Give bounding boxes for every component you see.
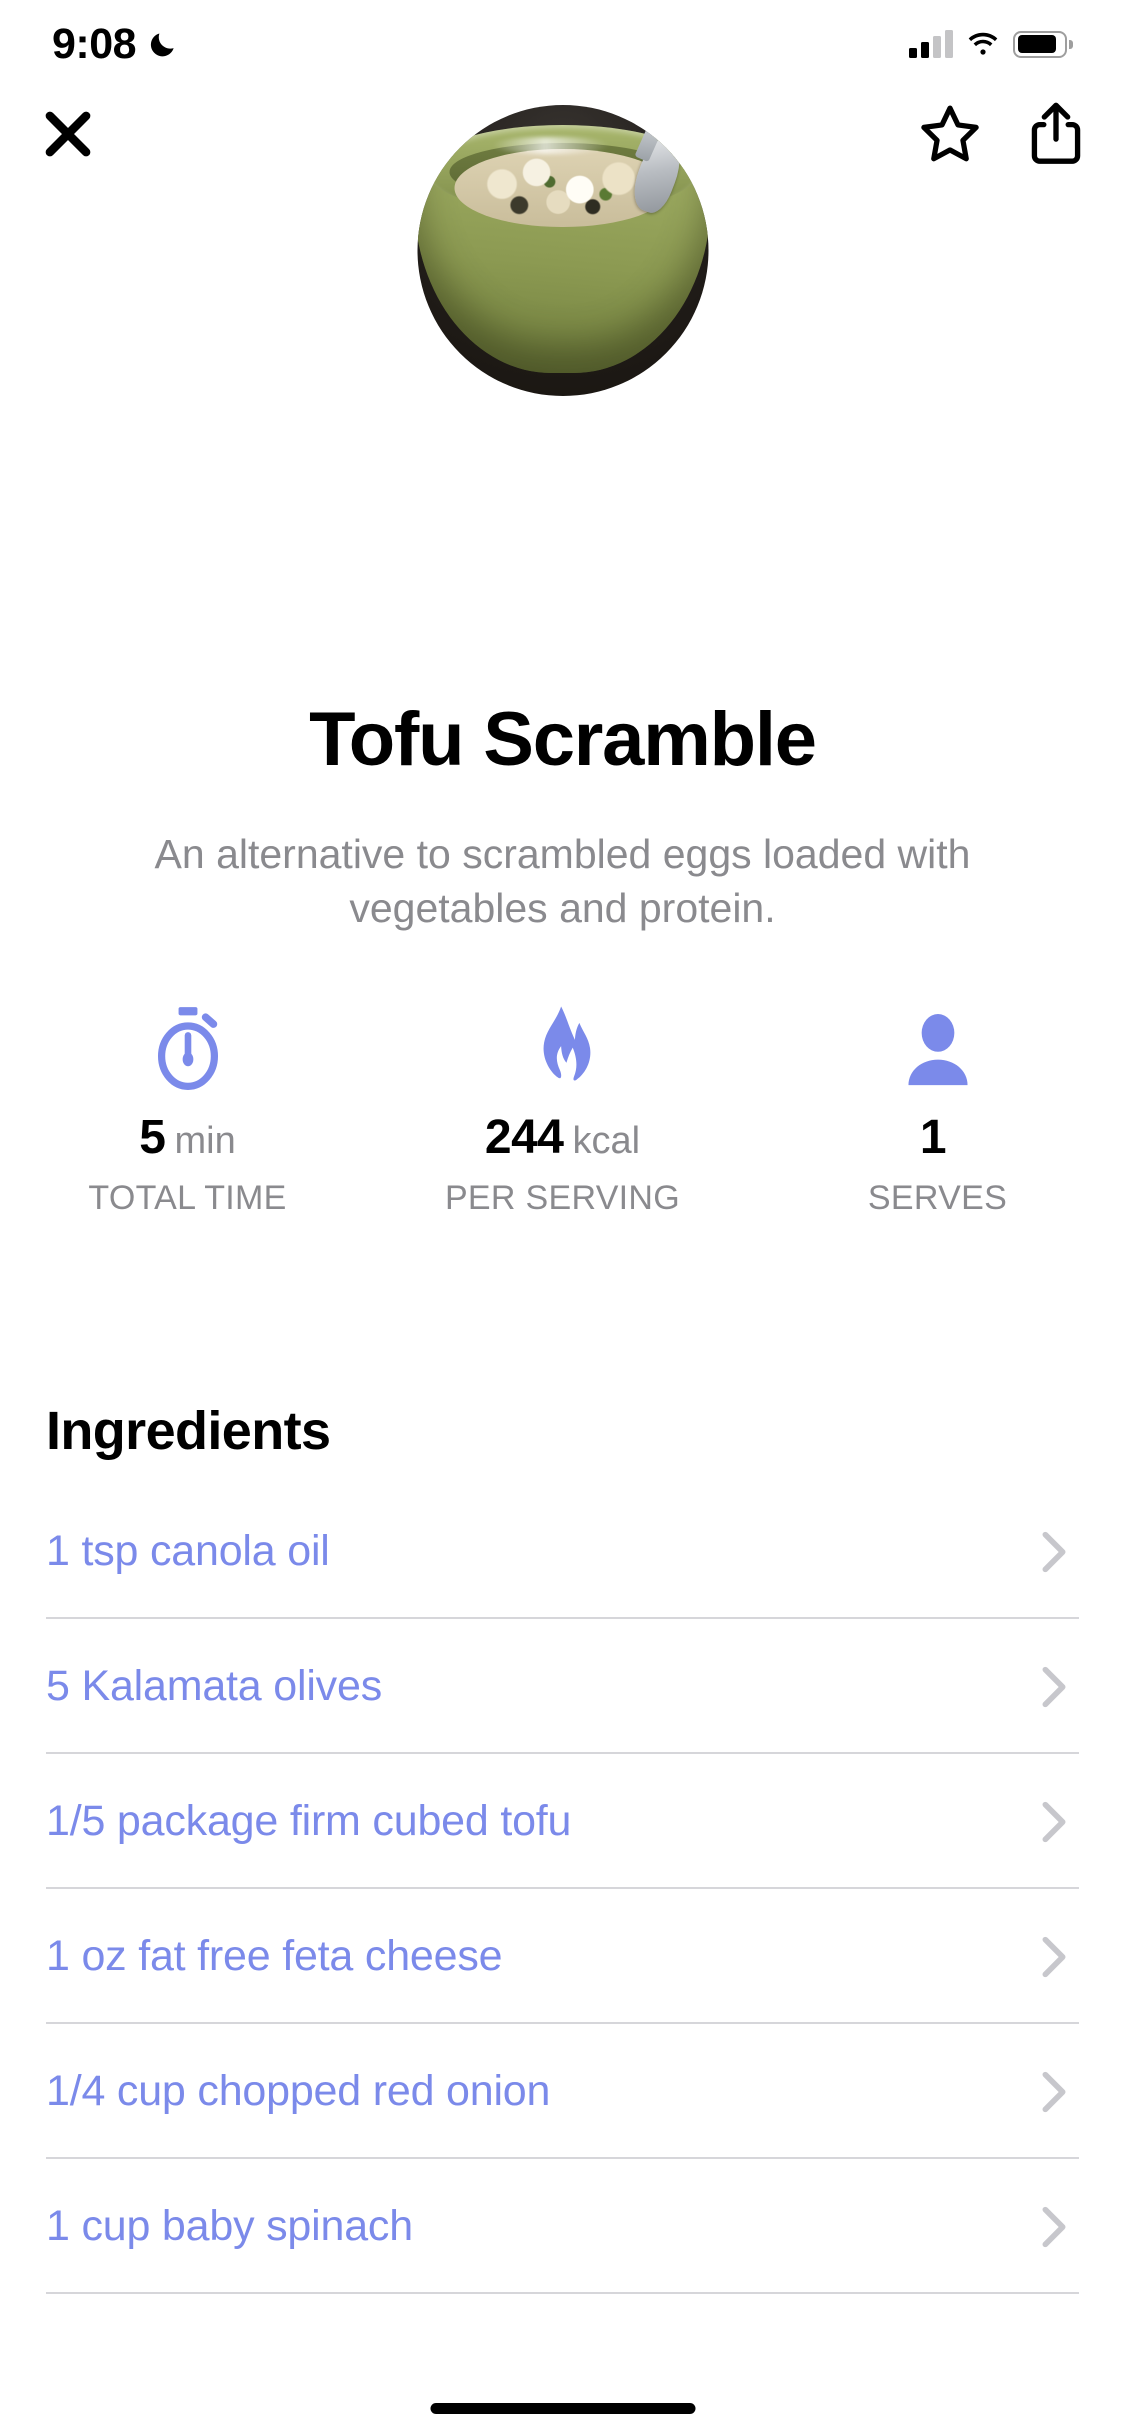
chevron-right-icon — [1042, 1531, 1066, 1572]
chevron-right-icon — [1042, 1666, 1066, 1707]
ingredient-label: 5 Kalamata olives — [46, 1662, 383, 1710]
ingredients-list: 1 tsp canola oil 5 Kalamata olives 1/5 p… — [0, 1484, 1125, 2294]
stat-number: 244 — [484, 1111, 564, 1164]
flame-icon — [524, 1000, 602, 1096]
stat-total-time: 5 min TOTAL TIME — [0, 1000, 375, 1218]
status-bar-right — [909, 30, 1073, 58]
recipe-description: An alternative to scrambled eggs loaded … — [154, 831, 971, 932]
ingredient-label: 1 cup baby spinach — [46, 2202, 413, 2250]
stat-per-serving-label: PER SERVING — [444, 1179, 681, 1217]
ingredients-heading: Ingredients — [46, 1401, 331, 1461]
list-item[interactable]: 1 oz fat free feta cheese — [46, 1889, 1079, 2024]
share-ios-icon — [1031, 102, 1081, 164]
chevron-right-icon — [1042, 1801, 1066, 1842]
recipe-photo — [417, 105, 708, 396]
person-icon — [897, 1000, 979, 1096]
chevron-right-icon — [1042, 2071, 1066, 2112]
close-button[interactable] — [30, 88, 106, 180]
list-item[interactable]: 1 tsp canola oil — [46, 1484, 1079, 1619]
battery-full-icon — [1013, 30, 1073, 58]
share-button[interactable] — [1013, 88, 1099, 180]
status-bar-left: 9:08 — [52, 20, 178, 69]
signal-bars-icon — [909, 30, 953, 58]
chevron-right-icon — [1042, 1936, 1066, 1977]
list-item[interactable]: 1/4 cup chopped red onion — [46, 2024, 1079, 2159]
ingredient-label: 1 oz fat free feta cheese — [46, 1932, 503, 1980]
ingredient-label: 1 tsp canola oil — [46, 1527, 330, 1575]
star-outline-icon — [921, 105, 979, 162]
stat-per-serving: 244 kcal PER SERVING — [375, 1000, 750, 1218]
list-item[interactable]: 1 cup baby spinach — [46, 2159, 1079, 2294]
status-bar: 9:08 — [0, 0, 1125, 88]
stat-serves-label: SERVES — [867, 1179, 1008, 1217]
stat-total-time-value: 5 min — [139, 1110, 235, 1165]
ingredient-label: 1/5 package firm cubed tofu — [46, 1797, 572, 1845]
stat-unit: kcal — [572, 1120, 641, 1162]
ingredient-label: 1/4 cup chopped red onion — [46, 2067, 551, 2115]
stat-unit: min — [174, 1120, 236, 1162]
recipe-detail-screen: 9:08 Tofu Scramble An alternative to scr… — [0, 0, 1125, 2436]
stat-serves-value: 1 — [920, 1110, 955, 1165]
home-indicator[interactable] — [430, 2403, 695, 2414]
page-title: Tofu Scramble — [309, 697, 817, 782]
close-x-icon — [45, 111, 91, 157]
stat-serves: 1 SERVES — [750, 1000, 1125, 1218]
recipe-photo-image — [417, 105, 708, 396]
favorite-button[interactable] — [907, 88, 993, 180]
stat-total-time-label: TOTAL TIME — [88, 1179, 287, 1217]
crescent-moon-icon — [150, 33, 174, 57]
status-bar-clock: 9:08 — [52, 19, 137, 68]
recipe-stats-row: 5 min TOTAL TIME 244 kcal PER SERVING 1 … — [0, 1000, 1125, 1218]
stat-number: 5 — [139, 1111, 166, 1164]
list-item[interactable]: 1/5 package firm cubed tofu — [46, 1754, 1079, 1889]
stopwatch-icon — [147, 1000, 229, 1096]
stat-per-serving-value: 244 kcal — [485, 1110, 640, 1165]
list-item[interactable]: 5 Kalamata olives — [46, 1619, 1079, 1754]
chevron-right-icon — [1042, 2206, 1066, 2247]
stat-number: 1 — [919, 1111, 947, 1164]
wifi-icon — [968, 32, 998, 55]
